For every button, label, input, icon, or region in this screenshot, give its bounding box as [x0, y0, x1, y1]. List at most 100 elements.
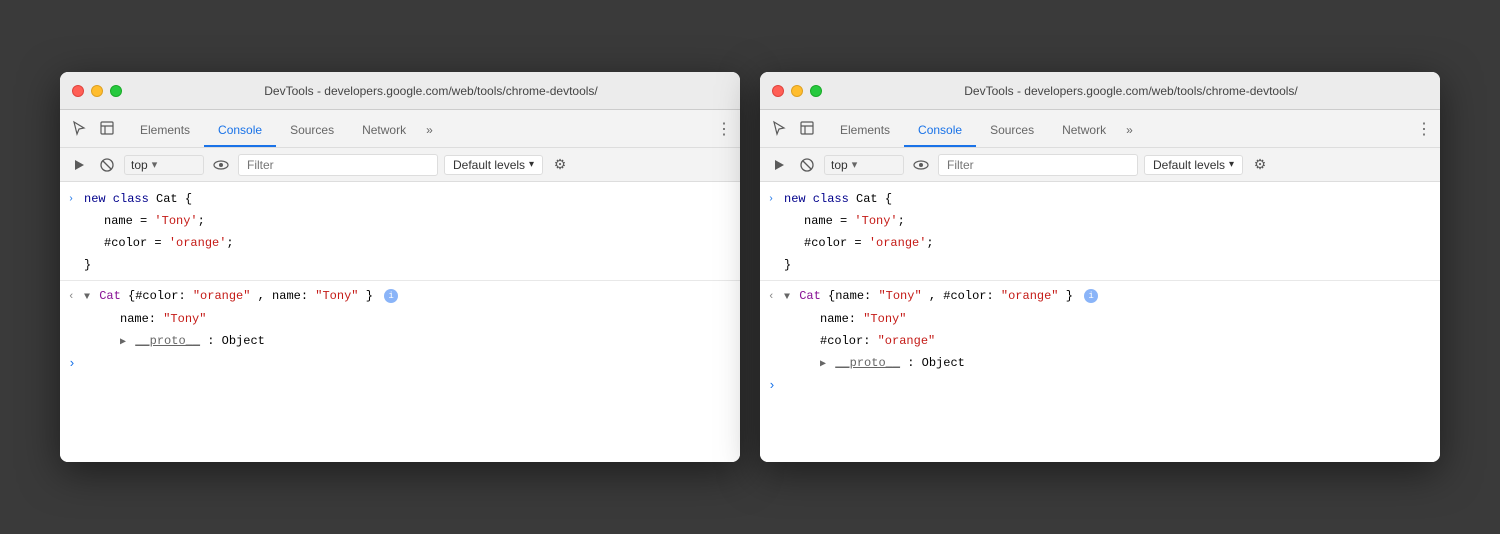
- val-orange-left: "orange": [193, 289, 251, 303]
- close-button-left[interactable]: [72, 85, 84, 97]
- proto-label-right: __proto__: [835, 356, 900, 370]
- filter-input-right[interactable]: [938, 154, 1138, 176]
- chevron-down-levels-right: ▾: [1229, 159, 1234, 170]
- chevron-down-levels-left: ▾: [529, 159, 534, 170]
- context-selector-right[interactable]: top ▾: [824, 155, 904, 175]
- prop-name-value-right: name: "Tony": [784, 310, 1432, 328]
- arrow-right-icon-left: ›: [68, 192, 84, 207]
- tab-sources-right[interactable]: Sources: [976, 115, 1048, 147]
- result-cat-right: ▼ Cat {name: "Tony" , #color: "orange" }…: [784, 287, 1432, 305]
- default-levels-right[interactable]: Default levels ▾: [1144, 155, 1243, 175]
- tab-sources-left[interactable]: Sources: [276, 115, 348, 147]
- prop-orange-right: "orange": [878, 334, 936, 348]
- kw-new-left: new class: [84, 192, 156, 206]
- tab-elements-left[interactable]: Elements: [126, 115, 204, 147]
- more-vert-left[interactable]: ⋮: [716, 119, 732, 147]
- prop-name-right: name: "Tony": [760, 308, 1440, 330]
- console-close-left: }: [60, 254, 740, 276]
- prop-color-right: #color: "orange": [760, 330, 1440, 352]
- prop-tony-left: "Tony": [163, 312, 206, 326]
- context-selector-left[interactable]: top ▾: [124, 155, 204, 175]
- result-summary-left: ‹ ▼ Cat {#color: "orange" , name: "Tony"…: [60, 285, 740, 308]
- tab-bar-icons-right: [768, 117, 818, 147]
- chevron-down-icon-right: ▾: [852, 158, 858, 171]
- tab-bar-icons-left: [68, 117, 118, 147]
- run-icon-right[interactable]: [768, 154, 790, 176]
- expand-cat-right[interactable]: ▼: [784, 292, 790, 303]
- str-orange-1-left: 'orange': [169, 236, 227, 250]
- minimize-button-right[interactable]: [791, 85, 803, 97]
- expand-proto-right[interactable]: ▶: [820, 359, 826, 370]
- tab-network-right[interactable]: Network: [1048, 115, 1120, 147]
- console-prompt-left[interactable]: ›: [60, 352, 740, 375]
- devtools-window-left: DevTools - developers.google.com/web/too…: [60, 72, 740, 462]
- tab-bar-right: Elements Console Sources Network » ⋮: [760, 110, 1440, 148]
- inspect-icon-right[interactable]: [796, 117, 818, 139]
- filter-input-left[interactable]: [238, 154, 438, 176]
- close-button-right[interactable]: [772, 85, 784, 97]
- prop-color-value-right: #color: "orange": [784, 332, 1432, 350]
- more-vert-right[interactable]: ⋮: [1416, 119, 1432, 147]
- context-value-left: top: [131, 158, 148, 172]
- inspect-icon[interactable]: [96, 117, 118, 139]
- tab-elements-right[interactable]: Elements: [826, 115, 904, 147]
- maximize-button-left[interactable]: [110, 85, 122, 97]
- code-class-cat-left: new class Cat {: [84, 190, 732, 208]
- proto-right: ▶ __proto__ : Object: [784, 354, 1432, 372]
- title-bar-right: DevTools - developers.google.com/web/too…: [760, 72, 1440, 110]
- proto-line-right: ▶ __proto__ : Object: [760, 352, 1440, 374]
- code-class-cat-right: new class Cat {: [784, 190, 1432, 208]
- gear-icon-left[interactable]: ⚙: [549, 154, 571, 176]
- class-name-right: Cat {: [856, 192, 892, 206]
- run-icon-left[interactable]: [68, 154, 90, 176]
- console-content-right: › new class Cat { name = 'Tony'; #color …: [760, 182, 1440, 462]
- proto-left: ▶ __proto__ : Object: [84, 332, 732, 350]
- kw-new-right: new class: [784, 192, 856, 206]
- arrow-right-icon-right: ›: [768, 192, 784, 207]
- console-name-line-left: name = 'Tony';: [60, 210, 740, 232]
- tab-console-left[interactable]: Console: [204, 115, 276, 147]
- cursor-icon-right[interactable]: [768, 117, 790, 139]
- str-tony-1-left: 'Tony': [154, 214, 197, 228]
- tab-more-left[interactable]: »: [420, 115, 439, 147]
- eye-icon-left[interactable]: [210, 154, 232, 176]
- divider-right: [760, 280, 1440, 281]
- proto-line-left: ▶ __proto__ : Object: [60, 330, 740, 352]
- gear-icon-right[interactable]: ⚙: [1249, 154, 1271, 176]
- eye-icon-right[interactable]: [910, 154, 932, 176]
- prop-tony-right: "Tony": [863, 312, 906, 326]
- console-prompt-right[interactable]: ›: [760, 374, 1440, 397]
- tab-network-left[interactable]: Network: [348, 115, 420, 147]
- class-name-left: Cat {: [156, 192, 192, 206]
- code-close-brace-right: }: [784, 256, 1432, 274]
- minimize-button-left[interactable]: [91, 85, 103, 97]
- maximize-button-right[interactable]: [810, 85, 822, 97]
- context-value-right: top: [831, 158, 848, 172]
- code-color-left: #color = 'orange';: [84, 234, 732, 252]
- title-bar-left: DevTools - developers.google.com/web/too…: [60, 72, 740, 110]
- traffic-lights-right: [772, 85, 822, 97]
- code-name-left: name = 'Tony';: [84, 212, 732, 230]
- class-cat-label-right: Cat: [799, 289, 828, 303]
- chevron-down-icon-left: ▾: [152, 158, 158, 171]
- val-tony-right: "Tony": [878, 289, 921, 303]
- str-orange-1-right: 'orange': [869, 236, 927, 250]
- info-badge-left: i: [384, 289, 398, 303]
- console-color-line-left: #color = 'orange';: [60, 232, 740, 254]
- default-levels-left[interactable]: Default levels ▾: [444, 155, 543, 175]
- console-content-left: › new class Cat { name = 'Tony'; #color …: [60, 182, 740, 462]
- cursor-icon[interactable]: [68, 117, 90, 139]
- console-close-right: }: [760, 254, 1440, 276]
- console-input-right: › new class Cat {: [760, 188, 1440, 210]
- expand-cat-left[interactable]: ▼: [84, 292, 90, 303]
- tab-more-right[interactable]: »: [1120, 115, 1139, 147]
- tab-bar-left: Elements Console Sources Network » ⋮: [60, 110, 740, 148]
- clear-icon-right[interactable]: [796, 154, 818, 176]
- expand-proto-left[interactable]: ▶: [120, 337, 126, 348]
- clear-icon-left[interactable]: [96, 154, 118, 176]
- prop-name-left: name: "Tony": [60, 308, 740, 330]
- console-input-left: › new class Cat {: [60, 188, 740, 210]
- tab-console-right[interactable]: Console: [904, 115, 976, 147]
- prop-name-value-left: name: "Tony": [84, 310, 732, 328]
- class-cat-label-left: Cat: [99, 289, 128, 303]
